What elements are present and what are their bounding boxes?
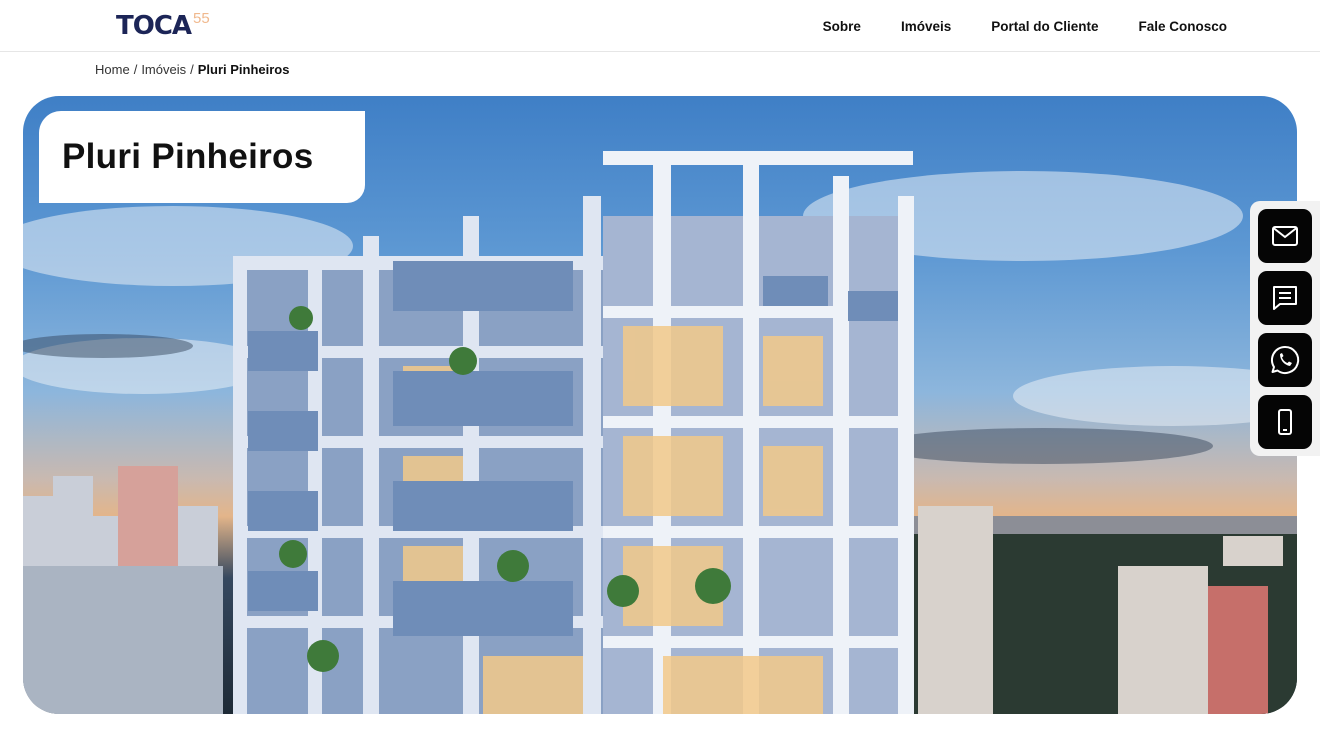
- logo-wordmark: TOCA: [116, 11, 192, 41]
- site-header: TOCA 55 Sobre Imóveis Portal do Cliente …: [0, 0, 1320, 52]
- nav-sobre[interactable]: Sobre: [823, 19, 861, 34]
- main-nav: Sobre Imóveis Portal do Cliente Fale Con…: [823, 0, 1227, 52]
- nav-imoveis[interactable]: Imóveis: [901, 19, 951, 34]
- breadcrumb-imoveis[interactable]: Imóveis: [141, 62, 186, 77]
- chat-icon: [1273, 286, 1297, 310]
- whatsapp-button[interactable]: [1258, 333, 1312, 387]
- phone-icon: [1278, 409, 1292, 435]
- hero-banner: Pluri Pinheiros: [23, 96, 1297, 714]
- toca-logo[interactable]: TOCA 55: [116, 10, 210, 42]
- contact-floating-bar: [1250, 201, 1320, 456]
- breadcrumb-separator: /: [133, 62, 138, 77]
- nav-portal-do-cliente[interactable]: Portal do Cliente: [991, 19, 1098, 34]
- breadcrumb: Home / Imóveis / Pluri Pinheiros: [95, 62, 289, 77]
- hero-title-card: Pluri Pinheiros: [39, 111, 365, 203]
- nav-fale-conosco[interactable]: Fale Conosco: [1138, 19, 1227, 34]
- whatsapp-icon: [1270, 345, 1300, 374]
- chat-button[interactable]: [1258, 271, 1312, 325]
- email-button[interactable]: [1258, 209, 1312, 263]
- breadcrumb-home[interactable]: Home: [95, 62, 130, 77]
- phone-button[interactable]: [1258, 395, 1312, 449]
- breadcrumb-current: Pluri Pinheiros: [197, 62, 290, 77]
- breadcrumb-separator: /: [190, 62, 194, 77]
- page-title: Pluri Pinheiros: [62, 137, 314, 176]
- logo-number: 55: [193, 10, 210, 27]
- email-icon: [1272, 226, 1298, 246]
